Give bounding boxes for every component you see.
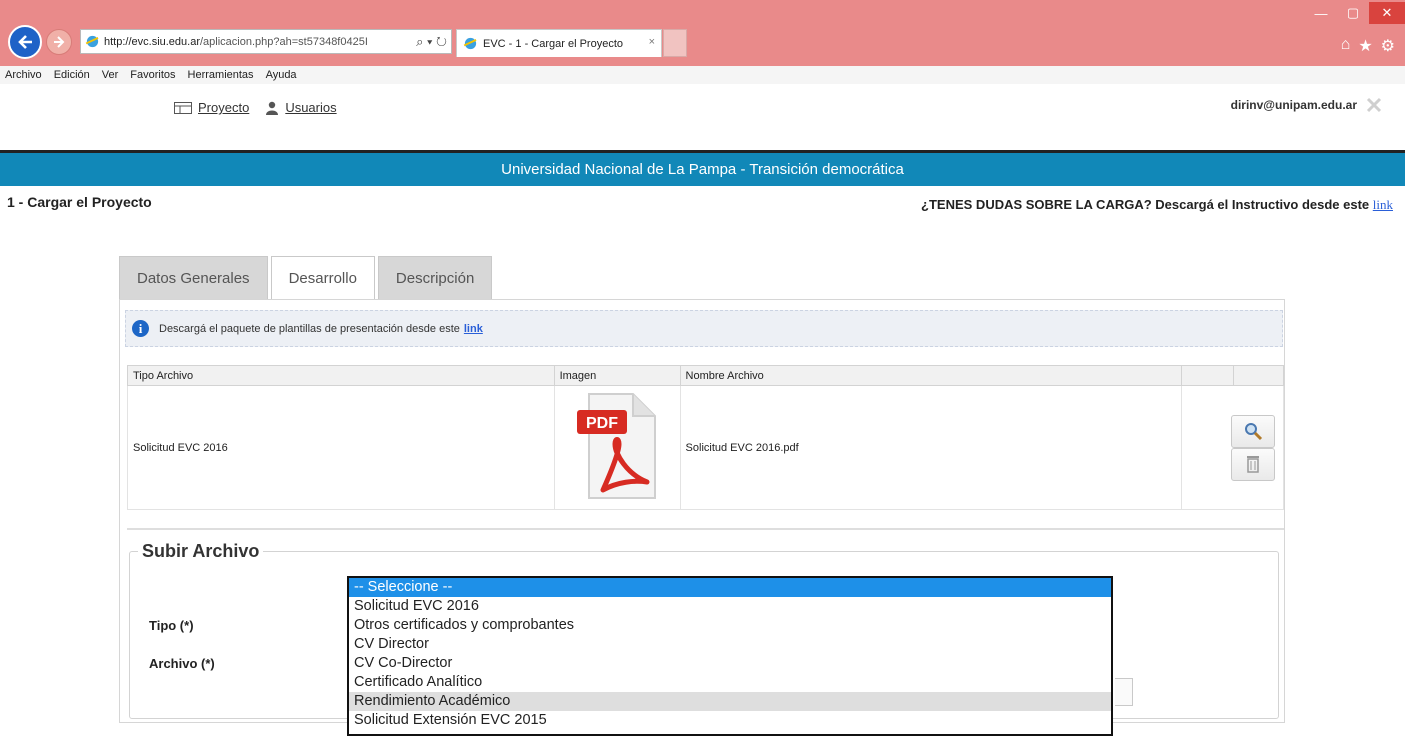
- tab-descripcion[interactable]: Descripción: [377, 256, 493, 300]
- col-tipo-archivo: Tipo Archivo: [127, 365, 555, 386]
- ie-tab-icon: [463, 37, 477, 50]
- col-action-1: [1181, 365, 1234, 386]
- tab-datos-generales[interactable]: Datos Generales: [119, 256, 268, 300]
- cell-imagen: PDF: [553, 385, 681, 510]
- nav-usuarios[interactable]: Usuarios: [265, 100, 337, 115]
- search-refresh-icons[interactable]: ⌕ ▾ ↻: [413, 34, 447, 50]
- address-bar[interactable]: http://evc.siu.edu.ar/aplicacion.php?ah=…: [80, 29, 452, 54]
- col-imagen: Imagen: [553, 365, 681, 386]
- table-row: Solicitud EVC 2016 PDF Solicitud EVC 201…: [127, 385, 1284, 510]
- browser-titlebar: http://evc.siu.edu.ar/aplicacion.php?ah=…: [0, 0, 1405, 66]
- tab-title: EVC - 1 - Cargar el Proyecto: [483, 37, 623, 50]
- option-seleccione[interactable]: -- Seleccione --: [349, 578, 1111, 597]
- back-button[interactable]: [8, 25, 42, 59]
- browse-button-edge[interactable]: [1115, 678, 1133, 706]
- view-button[interactable]: [1231, 414, 1275, 448]
- info-text: Descargá el paquete de plantillas de pre…: [159, 322, 460, 335]
- project-table-icon: [174, 101, 192, 114]
- option-certificado-analitico[interactable]: Certificado Analítico: [349, 673, 1111, 692]
- option-solicitud-extension[interactable]: Solicitud Extensión EVC 2015: [349, 711, 1111, 730]
- tipo-select-dropdown[interactable]: -- Seleccione -- Solicitud EVC 2016 Otro…: [347, 576, 1113, 736]
- form-tabs: Datos Generales Desarrollo Descripción: [119, 256, 493, 300]
- tipo-label: Tipo (*): [149, 618, 194, 633]
- settings-gear-icon[interactable]: ⚙: [1381, 36, 1395, 56]
- cell-tipo: Solicitud EVC 2016: [127, 385, 555, 510]
- menu-archivo[interactable]: Archivo: [5, 69, 42, 81]
- browser-toolbar-icons: ⌂ ★ ⚙: [1341, 36, 1395, 56]
- menu-ver[interactable]: Ver: [102, 69, 119, 81]
- instructivo-link[interactable]: link: [1373, 197, 1393, 212]
- upload-legend: Subir Archivo: [142, 541, 260, 561]
- files-table: Tipo Archivo Imagen Nombre Archivo Solic…: [127, 365, 1284, 510]
- help-text: ¿TENES DUDAS SOBRE LA CARGA? Descargá el…: [921, 197, 1373, 212]
- new-tab-button[interactable]: [663, 29, 687, 57]
- minimize-icon[interactable]: —: [1305, 2, 1337, 24]
- home-icon[interactable]: ⌂: [1341, 36, 1351, 56]
- cell-actions: [1181, 385, 1284, 510]
- pdf-label: PDF: [586, 415, 618, 432]
- plantillas-link[interactable]: link: [464, 323, 483, 335]
- ie-logo-icon: [85, 35, 99, 48]
- browser-tab[interactable]: EVC - 1 - Cargar el Proyecto ×: [456, 29, 662, 57]
- logout-icon[interactable]: [1365, 96, 1383, 114]
- menu-herramientas[interactable]: Herramientas: [188, 69, 254, 81]
- top-nav: Proyecto Usuarios: [174, 100, 337, 115]
- window-controls: — ▢ ✕: [1305, 2, 1405, 24]
- forward-button[interactable]: [46, 29, 72, 55]
- banner-text: Universidad Nacional de La Pampa - Trans…: [501, 161, 904, 178]
- cell-nombre: Solicitud EVC 2016.pdf: [679, 385, 1183, 510]
- nav-usuarios-label: Usuarios: [285, 100, 337, 115]
- menu-edicion[interactable]: Edición: [54, 69, 90, 81]
- option-otros-certificados[interactable]: Otros certificados y comprobantes: [349, 616, 1111, 635]
- tab-desarrollo[interactable]: Desarrollo: [270, 256, 375, 300]
- institution-banner: Universidad Nacional de La Pampa - Trans…: [0, 150, 1405, 186]
- option-cv-director[interactable]: CV Director: [349, 635, 1111, 654]
- col-nombre-archivo: Nombre Archivo: [679, 365, 1183, 386]
- nav-proyecto-label: Proyecto: [198, 100, 250, 115]
- menu-favoritos[interactable]: Favoritos: [130, 69, 175, 81]
- archivo-label: Archivo (*): [149, 656, 215, 671]
- maximize-icon[interactable]: ▢: [1337, 2, 1369, 24]
- info-message: i Descargá el paquete de plantillas de p…: [125, 310, 1283, 347]
- col-action-2: [1233, 365, 1284, 386]
- option-cv-co-director[interactable]: CV Co-Director: [349, 654, 1111, 673]
- option-rendimiento-academico[interactable]: Rendimiento Académico: [349, 692, 1111, 711]
- url-host: http://evc.siu.edu.ar: [104, 35, 200, 48]
- arrow-right-icon: [54, 36, 65, 48]
- page-title: 1 - Cargar el Proyecto: [7, 194, 152, 210]
- help-line: ¿TENES DUDAS SOBRE LA CARGA? Descargá el…: [921, 197, 1393, 213]
- delete-button[interactable]: [1231, 447, 1275, 481]
- pdf-file-icon: PDF: [577, 393, 657, 499]
- nav-proyecto[interactable]: Proyecto: [174, 100, 249, 115]
- tab-close-icon[interactable]: ×: [649, 36, 655, 48]
- trash-icon: [1247, 456, 1259, 473]
- user-icon: [266, 101, 279, 115]
- section-divider: [127, 528, 1284, 530]
- option-solicitud-evc-2016[interactable]: Solicitud EVC 2016: [349, 597, 1111, 616]
- arrow-left-icon: [18, 35, 32, 49]
- info-icon: i: [132, 320, 149, 337]
- magnifier-icon: [1245, 423, 1263, 441]
- user-email: dirinv@unipam.edu.ar: [1230, 98, 1357, 112]
- browser-menubar: Archivo Edición Ver Favoritos Herramient…: [0, 66, 1405, 84]
- close-window-icon[interactable]: ✕: [1369, 2, 1405, 24]
- url-path: /aplicacion.php?ah=st57348f0425I: [200, 35, 368, 48]
- menu-ayuda[interactable]: Ayuda: [266, 69, 297, 81]
- favorites-star-icon[interactable]: ★: [1358, 36, 1372, 56]
